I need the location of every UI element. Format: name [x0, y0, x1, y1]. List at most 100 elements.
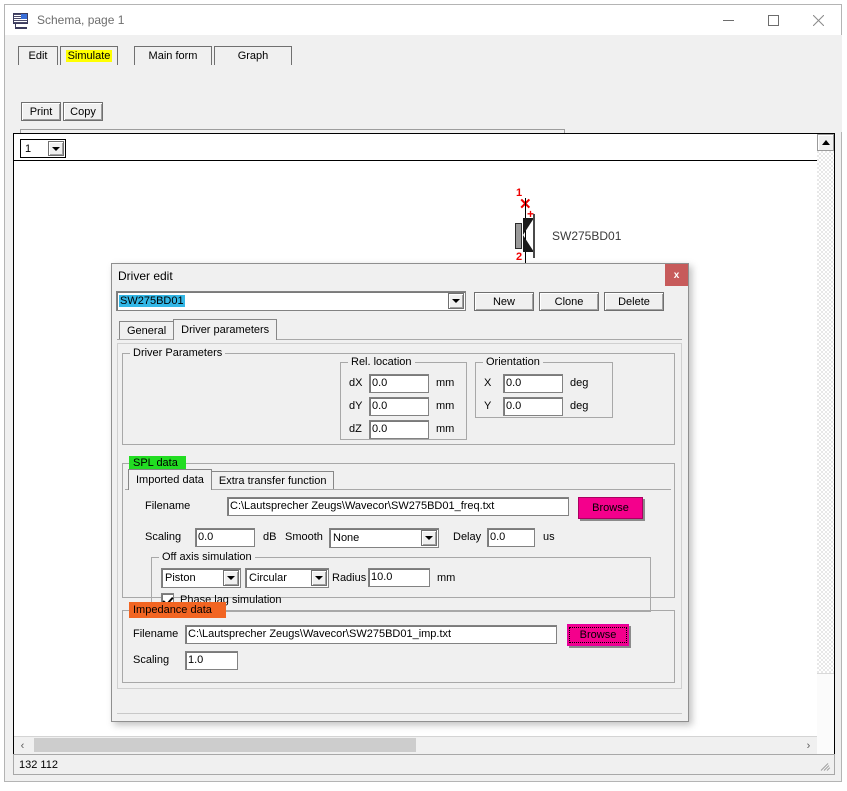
spl-scaling-input[interactable]: 0.0	[195, 528, 255, 547]
dialog-bottom-divider	[117, 713, 682, 714]
off-axis-mode-dropdown[interactable]: Piston	[161, 568, 241, 588]
spl-filename-label: Filename	[145, 497, 190, 515]
vscroll-thumb[interactable]	[817, 673, 834, 754]
hscroll-thumb[interactable]	[34, 738, 416, 752]
off-axis-radius-input[interactable]: 10.0	[368, 568, 430, 587]
resize-grip-icon[interactable]	[820, 760, 832, 772]
tab-edit[interactable]: Edit	[18, 46, 58, 65]
window-titlebar: Schema, page 1	[5, 5, 841, 35]
tab-extra-transfer-function-label: Extra transfer function	[219, 475, 327, 487]
new-driver-button[interactable]: New	[474, 292, 534, 311]
scroll-right-icon[interactable]: ›	[800, 737, 817, 754]
impedance-browse-label: Browse	[569, 627, 628, 643]
spl-browse-button[interactable]: Browse	[578, 497, 643, 519]
driver-select-dropdown[interactable]: SW275BD01	[116, 291, 466, 311]
print-button[interactable]: Print	[21, 102, 61, 121]
dy-unit: mm	[436, 397, 454, 416]
chevron-down-icon[interactable]	[421, 530, 437, 546]
dz-input[interactable]: 0.0	[369, 420, 429, 439]
spl-data-group: SPL data Imported data Extra transfer fu…	[122, 463, 675, 598]
orientation-x-input[interactable]: 0.0	[503, 374, 563, 393]
spl-delay-label: Delay	[453, 528, 481, 546]
window-title: Schema, page 1	[37, 13, 124, 27]
off-axis-group-title: Off axis simulation	[159, 551, 255, 563]
close-icon[interactable]	[796, 5, 841, 35]
speaker-cone-edge	[533, 214, 535, 258]
spl-smooth-label: Smooth	[285, 528, 323, 546]
impedance-browse-button[interactable]: Browse	[567, 624, 629, 646]
impedance-scaling-input[interactable]: 1.0	[185, 651, 238, 670]
scroll-left-icon[interactable]: ‹	[14, 737, 31, 754]
tab-main-form[interactable]: Main form	[134, 46, 212, 65]
cursor-coordinates: 132 112	[14, 759, 58, 771]
dx-unit: mm	[436, 374, 454, 393]
dialog-close-button[interactable]: x	[665, 264, 688, 286]
spl-delay-input[interactable]: 0.0	[487, 528, 535, 547]
maximize-icon[interactable]	[751, 5, 796, 35]
tab-general-label: General	[127, 325, 166, 337]
window-controls	[706, 5, 841, 35]
status-bar: 132 112	[13, 754, 835, 775]
chevron-down-icon[interactable]	[311, 570, 327, 586]
driver-select-value: SW275BD01	[119, 295, 185, 307]
spl-data-group-title: SPL data	[129, 456, 186, 470]
tab-imported-data[interactable]: Imported data	[128, 469, 212, 490]
delete-driver-button[interactable]: Delete	[604, 292, 664, 311]
tab-driver-parameters[interactable]: Driver parameters	[173, 319, 277, 340]
driver-edit-dialog: Driver edit x SW275BD01 New Clone Delete…	[111, 263, 689, 722]
driver-parameters-group-title: Driver Parameters	[130, 347, 225, 359]
tab-main-form-label: Main form	[149, 50, 198, 62]
minimize-icon[interactable]	[706, 5, 751, 35]
dz-label: dZ	[349, 420, 362, 438]
canvas-vertical-scrollbar[interactable]	[817, 134, 834, 754]
impedance-filename-input[interactable]: C:\Lautsprecher Zeugs\Wavecor\SW275BD01_…	[185, 625, 557, 644]
driver-symbol-label: SW275BD01	[552, 229, 621, 243]
tab-extra-transfer-function[interactable]: Extra transfer function	[211, 471, 335, 490]
orientation-group-title: Orientation	[483, 356, 543, 368]
orientation-x-label: X	[484, 374, 491, 392]
scroll-up-icon[interactable]	[817, 134, 834, 151]
tab-general[interactable]: General	[119, 321, 174, 340]
orientation-group: Orientation X 0.0 deg Y 0.0 deg	[475, 362, 613, 418]
tab-simulate-label: Simulate	[66, 50, 113, 62]
vscroll-track[interactable]	[817, 151, 834, 674]
rel-location-group-title: Rel. location	[348, 356, 415, 368]
orientation-y-input[interactable]: 0.0	[503, 397, 563, 416]
spl-filename-input[interactable]: C:\Lautsprecher Zeugs\Wavecor\SW275BD01_…	[227, 497, 569, 516]
off-axis-radius-label: Radius	[332, 569, 366, 587]
orientation-y-unit: deg	[570, 397, 588, 416]
driver-select-value-wrap: SW275BD01	[117, 295, 448, 307]
page-selector-dropdown[interactable]: 1	[20, 139, 66, 158]
toolbar: Edit Simulate Main form Graph Print Copy…	[6, 35, 842, 132]
canvas-horizontal-scrollbar[interactable]: ‹ ›	[14, 736, 817, 754]
orientation-y-label: Y	[484, 397, 491, 415]
dx-input[interactable]: 0.0	[369, 374, 429, 393]
tab-driver-parameters-label: Driver parameters	[181, 324, 269, 336]
chevron-down-icon[interactable]	[48, 141, 64, 156]
chevron-down-icon[interactable]	[223, 570, 239, 586]
dy-input[interactable]: 0.0	[369, 397, 429, 416]
application-window: Schema, page 1 Edit Simulate Main form	[4, 4, 842, 782]
chevron-down-icon[interactable]	[448, 293, 464, 309]
dz-unit: mm	[436, 420, 454, 439]
spl-smooth-dropdown[interactable]: None	[329, 528, 439, 548]
impedance-data-group-title: Impedance data	[129, 602, 226, 618]
tab-graph-label: Graph	[238, 50, 269, 62]
tab-edit-label: Edit	[29, 50, 48, 62]
off-axis-shape-dropdown[interactable]: Circular	[245, 568, 329, 588]
copy-button[interactable]: Copy	[63, 102, 103, 121]
hscroll-track[interactable]	[31, 737, 800, 754]
tab-imported-data-label: Imported data	[136, 474, 204, 486]
spl-scaling-label: Scaling	[145, 528, 181, 546]
tab-simulate[interactable]: Simulate	[60, 46, 118, 65]
spl-tab-strip: Imported data Extra transfer function	[128, 470, 333, 490]
tab-graph[interactable]: Graph	[214, 46, 292, 65]
off-axis-radius-unit: mm	[437, 569, 455, 588]
off-axis-simulation-group: Off axis simulation Piston Circular Radi…	[151, 557, 651, 612]
dialog-title: Driver edit	[112, 269, 173, 283]
spl-smooth-value: None	[330, 532, 421, 544]
rel-location-group: Rel. location dX 0.0 mm dY 0.0 mm dZ 0.0…	[340, 362, 467, 440]
dialog-body: SW275BD01 New Clone Delete General Drive…	[114, 287, 686, 717]
dy-label: dY	[349, 397, 362, 415]
clone-driver-button[interactable]: Clone	[539, 292, 599, 311]
